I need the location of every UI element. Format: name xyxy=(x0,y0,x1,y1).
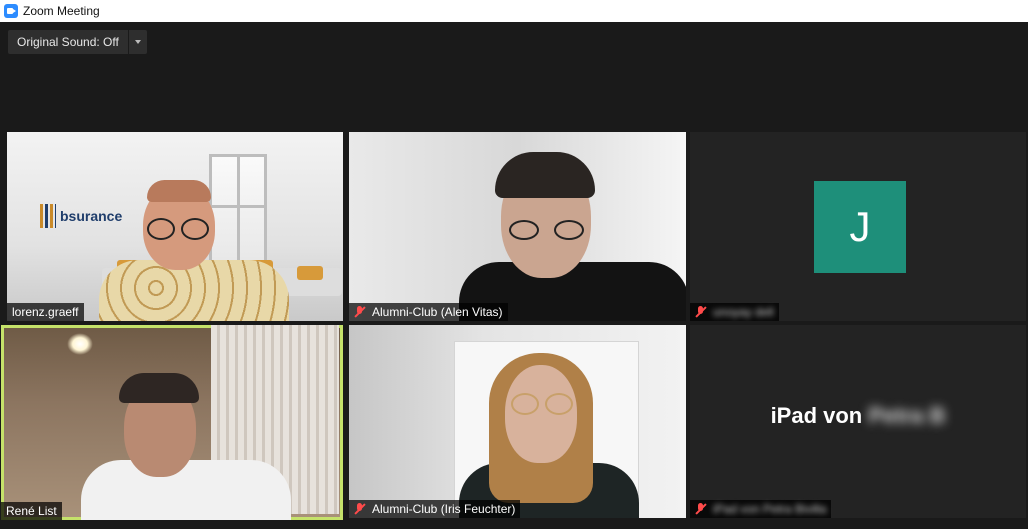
participant-name-tag: René List xyxy=(1,502,62,520)
original-sound-control: Original Sound: Off xyxy=(8,30,147,54)
chair xyxy=(297,266,323,280)
mic-muted-icon xyxy=(695,503,707,515)
original-sound-button[interactable]: Original Sound: Off xyxy=(8,30,128,54)
window-title: Zoom Meeting xyxy=(23,4,100,18)
mic-muted-icon xyxy=(354,503,366,515)
video-tile-alen-vitas[interactable]: Alumni-Club (Alen Vitas) xyxy=(349,132,686,321)
participant-name-tag: lorenz.graeff xyxy=(7,303,84,321)
ceiling-lamp xyxy=(67,333,93,355)
participant-avatar: J xyxy=(814,181,906,273)
chevron-down-icon xyxy=(134,40,141,44)
participant-display-name: iPad von Petra B xyxy=(770,403,946,428)
participant-name-tag: unoyay dell xyxy=(690,303,779,321)
participant-name-tag: Alumni-Club (Alen Vitas) xyxy=(349,303,508,321)
video-tile-iris-feuchter[interactable]: Alumni-Club (Iris Feuchter) xyxy=(349,325,686,518)
video-tile-avatar-j[interactable]: J unoyay dell xyxy=(690,132,1026,321)
video-tile-ipad[interactable]: iPad von Petra B iPad von Petra Bivilla xyxy=(690,325,1026,518)
meeting-stage: Original Sound: Off bsurance lorenz.grae… xyxy=(0,22,1028,529)
zoom-video-icon xyxy=(4,4,18,18)
video-tile-lorenz[interactable]: bsurance lorenz.graeff xyxy=(7,132,343,321)
office-window xyxy=(209,154,267,264)
video-tile-rene-list[interactable]: René List xyxy=(1,325,343,520)
window-titlebar: Zoom Meeting xyxy=(0,0,1028,22)
original-sound-dropdown[interactable] xyxy=(128,30,147,54)
participant-name-tag: Alumni-Club (Iris Feuchter) xyxy=(349,500,521,518)
bsurance-logo: bsurance xyxy=(40,204,122,228)
participant-name-tag: iPad von Petra Bivilla xyxy=(690,500,832,518)
mic-muted-icon xyxy=(354,306,366,318)
mic-muted-icon xyxy=(695,306,707,318)
